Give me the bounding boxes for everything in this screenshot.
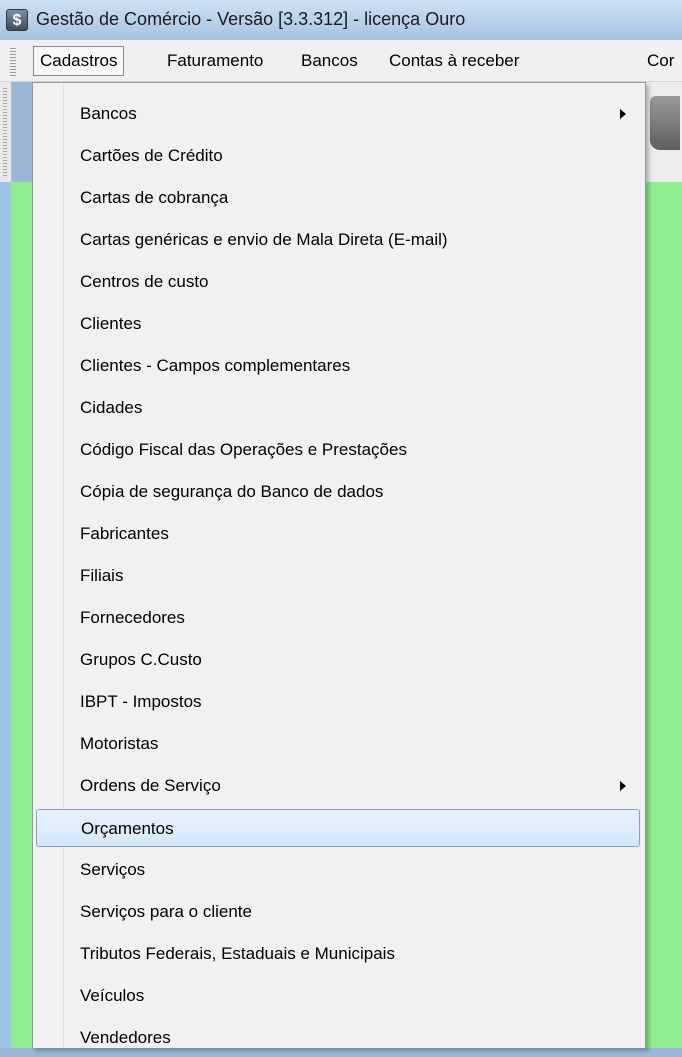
toolbar-strip <box>0 82 12 182</box>
menu-item-cartoes-de-credito[interactable]: Cartões de Crédito <box>36 137 640 175</box>
menu-bancos[interactable]: Bancos <box>295 46 364 76</box>
menu-item-label: Grupos C.Custo <box>80 650 202 669</box>
menu-item-servicos[interactable]: Serviços <box>36 851 640 889</box>
menu-item-tributos[interactable]: Tributos Federais, Estaduais e Municipai… <box>36 935 640 973</box>
workspace-left <box>11 182 32 1048</box>
menu-item-label: Cópia de segurança do Banco de dados <box>80 482 384 501</box>
menu-item-servicos-para-o-cliente[interactable]: Serviços para o cliente <box>36 893 640 931</box>
menu-item-label: Motoristas <box>80 734 159 753</box>
menu-item-label: Orçamentos <box>81 819 174 838</box>
toolbar-button-icon[interactable] <box>650 96 680 150</box>
menu-item-label: Vendedores <box>80 1028 171 1047</box>
menu-item-bancos[interactable]: Bancos <box>36 95 640 133</box>
cadastros-dropdown-menu: Bancos Cartões de Crédito Cartas de cobr… <box>32 82 646 1048</box>
menu-item-fornecedores[interactable]: Fornecedores <box>36 599 640 637</box>
menu-contas-a-receber[interactable]: Contas à receber <box>383 46 525 76</box>
menu-item-label: Bancos <box>80 104 137 123</box>
menu-item-label: Tributos Federais, Estaduais e Municipai… <box>80 944 395 963</box>
menubar-grip-icon[interactable] <box>10 48 16 76</box>
menu-item-label: Centros de custo <box>80 272 209 291</box>
menu-item-label: Serviços <box>80 860 146 879</box>
menu-item-fabricantes[interactable]: Fabricantes <box>36 515 640 553</box>
menu-item-label: Fornecedores <box>80 608 185 627</box>
menu-item-grupos-c-custo[interactable]: Grupos C.Custo <box>36 641 640 679</box>
menu-bar: Cadastros Faturamento Bancos Contas à re… <box>0 40 682 82</box>
menu-item-label: Ordens de Serviço <box>80 776 221 795</box>
menu-item-ordens-de-servico[interactable]: Ordens de Serviço <box>36 767 640 805</box>
window-title: Gestão de Comércio - Versão [3.3.312] - … <box>36 9 466 29</box>
menu-item-cartas-de-cobranca[interactable]: Cartas de cobrança <box>36 179 640 217</box>
chevron-right-icon <box>620 109 626 119</box>
menu-item-copia-de-seguranca[interactable]: Cópia de segurança do Banco de dados <box>36 473 640 511</box>
menu-cor[interactable]: Cor <box>641 46 680 76</box>
menu-item-label: Veículos <box>80 986 145 1005</box>
menu-item-centros-de-custo[interactable]: Centros de custo <box>36 263 640 301</box>
menu-item-label: Filiais <box>80 566 124 585</box>
menu-item-veiculos[interactable]: Veículos <box>36 977 640 1015</box>
menu-item-label: Clientes <box>80 314 142 333</box>
menu-item-label: Cartões de Crédito <box>80 146 223 165</box>
menu-item-ibpt-impostos[interactable]: IBPT - Impostos <box>36 683 640 721</box>
menu-item-label: Fabricantes <box>80 524 169 543</box>
menu-item-cartas-genericas[interactable]: Cartas genéricas e envio de Mala Direta … <box>36 221 640 259</box>
title-bar: $ Gestão de Comércio - Versão [3.3.312] … <box>0 0 682 40</box>
menu-item-label: Cartas genéricas e envio de Mala Direta … <box>80 230 448 249</box>
menu-item-clientes-campos-complementares[interactable]: Clientes - Campos complementares <box>36 347 640 385</box>
menu-item-label: Código Fiscal das Operações e Prestações <box>80 440 407 459</box>
menu-item-orcamentos[interactable]: Orçamentos <box>36 809 640 847</box>
menu-item-clientes[interactable]: Clientes <box>36 305 640 343</box>
menu-item-label: Serviços para o cliente <box>80 902 252 921</box>
workspace-right <box>646 182 682 1048</box>
dollar-app-icon[interactable]: $ <box>6 9 28 31</box>
menu-item-vendedores[interactable]: Vendedores <box>36 1019 640 1057</box>
menu-item-label: Cidades <box>80 398 143 417</box>
chevron-right-icon <box>620 781 626 791</box>
window-frame-left <box>0 82 11 1048</box>
toolbar-grip-icon[interactable] <box>3 88 7 176</box>
menu-item-motoristas[interactable]: Motoristas <box>36 725 640 763</box>
menu-cadastros[interactable]: Cadastros <box>33 46 125 76</box>
menu-item-cidades[interactable]: Cidades <box>36 389 640 427</box>
menu-item-label: IBPT - Impostos <box>80 692 202 711</box>
toolbar-right <box>646 82 682 182</box>
menu-item-codigo-fiscal[interactable]: Código Fiscal das Operações e Prestações <box>36 431 640 469</box>
menu-item-filiais[interactable]: Filiais <box>36 557 640 595</box>
menu-item-label: Cartas de cobrança <box>80 188 229 207</box>
menu-faturamento[interactable]: Faturamento <box>161 46 269 76</box>
menu-item-label: Clientes - Campos complementares <box>80 356 351 375</box>
